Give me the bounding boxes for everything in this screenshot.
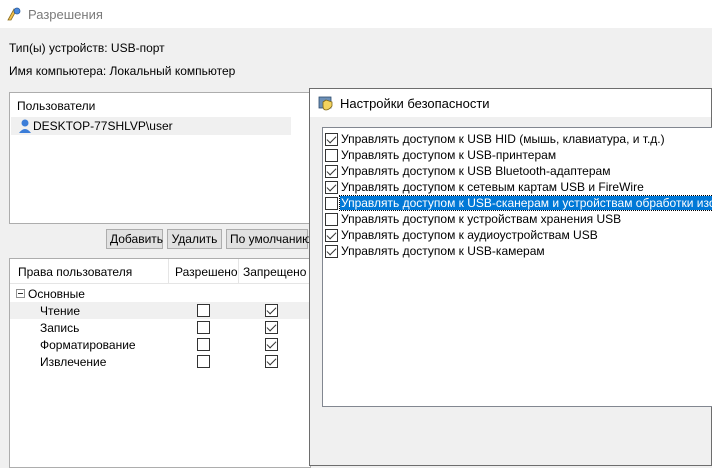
option-label: Управлять доступом к устройствам хранени…: [341, 212, 622, 226]
user-icon: [19, 119, 31, 133]
header-user-rights: Права пользователя: [18, 265, 133, 279]
option-checkbox[interactable]: [325, 213, 338, 226]
option-label: Управлять доступом к USB-камерам: [341, 244, 545, 258]
device-type-label: Тип(ы) устройств: USB-порт: [9, 41, 165, 55]
collapse-icon[interactable]: [16, 289, 25, 298]
remove-button[interactable]: Удалить: [167, 229, 222, 249]
dialog-title: Настройки безопасности: [340, 96, 490, 111]
permission-row[interactable]: Чтение: [10, 302, 310, 319]
denied-checkbox[interactable]: [265, 355, 278, 368]
user-name: DESKTOP-77SHLVP\user: [33, 119, 173, 133]
window-title: Разрешения: [28, 7, 103, 22]
security-option[interactable]: Управлять доступом к аудиоустройствам US…: [323, 227, 712, 243]
users-list-header: Пользователи: [17, 99, 96, 113]
security-option[interactable]: Управлять доступом к USB-принтерам: [323, 147, 712, 163]
denied-checkbox[interactable]: [265, 321, 278, 334]
security-option[interactable]: Управлять доступом к USB-камерам: [323, 243, 712, 259]
option-checkbox[interactable]: [325, 133, 338, 146]
security-shield-icon: [318, 96, 333, 111]
permissions-header: Права пользователя Разрешено Запрещено: [10, 259, 310, 284]
permission-row[interactable]: Запись: [10, 319, 310, 336]
option-label: Управлять доступом к USB Bluetooth-адапт…: [341, 164, 611, 178]
option-checkbox[interactable]: [325, 245, 338, 258]
option-label: Управлять доступом к аудиоустройствам US…: [341, 228, 598, 242]
permission-row[interactable]: Форматирование: [10, 336, 310, 353]
users-list[interactable]: Пользователи DESKTOP-77SHLVP\user: [9, 92, 311, 224]
group-row-basic[interactable]: Основные: [10, 285, 310, 302]
option-checkbox[interactable]: [325, 181, 338, 194]
options-list[interactable]: Управлять доступом к USB HID (мышь, клав…: [322, 127, 712, 407]
security-option[interactable]: Управлять доступом к сетевым картам USB …: [323, 179, 712, 195]
option-label: Управлять доступом к USB-сканерам и устр…: [338, 195, 712, 211]
denied-checkbox[interactable]: [265, 338, 278, 351]
user-list-item[interactable]: DESKTOP-77SHLVP\user: [11, 117, 291, 135]
default-button[interactable]: По умолчанию: [226, 229, 311, 249]
security-option[interactable]: Управлять доступом к устройствам хранени…: [323, 211, 712, 227]
permissions-table: Права пользователя Разрешено Запрещено О…: [9, 258, 311, 468]
permission-label: Извлечение: [40, 355, 107, 369]
denied-checkbox[interactable]: [265, 304, 278, 317]
permission-label: Форматирование: [40, 338, 136, 352]
header-allowed: Разрешено: [175, 265, 238, 279]
allowed-checkbox[interactable]: [197, 321, 210, 334]
computer-name-label: Имя компьютера: Локальный компьютер: [9, 64, 236, 78]
permission-row[interactable]: Извлечение: [10, 353, 310, 370]
security-option[interactable]: Управлять доступом к USB-сканерам и устр…: [323, 195, 712, 211]
group-label: Основные: [28, 287, 85, 301]
permissions-app-icon: [7, 7, 21, 21]
security-option[interactable]: Управлять доступом к USB HID (мышь, клав…: [323, 131, 712, 147]
allowed-checkbox[interactable]: [197, 338, 210, 351]
column-divider: [168, 259, 169, 283]
option-checkbox[interactable]: [325, 229, 338, 242]
security-settings-dialog: Настройки безопасности Управлять доступо…: [309, 88, 712, 466]
allowed-checkbox[interactable]: [197, 304, 210, 317]
dialog-titlebar: Настройки безопасности: [310, 89, 711, 117]
option-label: Управлять доступом к USB-принтерам: [341, 148, 557, 162]
option-checkbox[interactable]: [325, 197, 338, 210]
column-divider: [238, 259, 239, 283]
add-button[interactable]: Добавить: [106, 229, 163, 249]
option-label: Управлять доступом к сетевым картам USB …: [341, 180, 644, 194]
option-checkbox[interactable]: [325, 149, 338, 162]
security-option[interactable]: Управлять доступом к USB Bluetooth-адапт…: [323, 163, 712, 179]
window-titlebar: Разрешения: [0, 0, 712, 28]
permission-label: Запись: [40, 321, 80, 335]
allowed-checkbox[interactable]: [197, 355, 210, 368]
header-denied: Запрещено: [243, 265, 307, 279]
option-checkbox[interactable]: [325, 165, 338, 178]
permission-label: Чтение: [40, 304, 81, 318]
option-label: Управлять доступом к USB HID (мышь, клав…: [341, 132, 665, 146]
